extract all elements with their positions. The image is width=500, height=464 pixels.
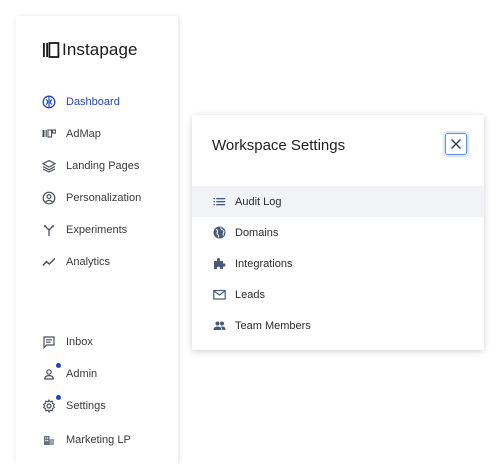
- menu-item-domains[interactable]: Domains: [192, 217, 484, 248]
- sidebar-item-experiments[interactable]: Experiments: [42, 220, 172, 240]
- split-arrows-icon: [42, 223, 56, 237]
- menu-item-leads[interactable]: Leads: [192, 279, 484, 310]
- sidebar-item-label: Analytics: [66, 256, 111, 268]
- logo-text: Instapage: [62, 40, 138, 59]
- sidebar-item-personalization[interactable]: Personalization: [42, 188, 172, 208]
- building-icon: [42, 433, 56, 447]
- layers-icon: [42, 159, 56, 173]
- trend-line-icon: [42, 255, 56, 269]
- sidebar-item-label: Admin: [66, 368, 98, 380]
- close-icon: [451, 139, 461, 149]
- notification-dot: [56, 395, 61, 400]
- people-icon: [212, 319, 226, 333]
- menu-item-label: Leads: [235, 288, 265, 301]
- sidebar-item-label: Landing Pages: [66, 160, 140, 172]
- menu-item-integrations[interactable]: Integrations: [192, 248, 484, 279]
- puzzle-icon: [212, 257, 226, 271]
- menu-item-label: Integrations: [235, 257, 293, 270]
- sidebar-item-label: Settings: [66, 400, 106, 412]
- mail-icon: [212, 288, 226, 302]
- modal-title: Workspace Settings: [212, 137, 346, 154]
- admin-person-icon: [42, 363, 61, 381]
- notification-dot: [56, 363, 61, 368]
- sidebar-item-inbox[interactable]: Inbox: [42, 332, 172, 352]
- menu-item-audit-log[interactable]: Audit Log: [192, 186, 484, 217]
- list-icon: [212, 195, 226, 209]
- sidebar-item-marketing-lp[interactable]: Marketing LP: [42, 430, 172, 450]
- sidebar-item-label: Experiments: [66, 224, 128, 236]
- sidebar-item-label: Inbox: [66, 336, 93, 348]
- sidebar-item-label: AdMap: [66, 128, 101, 140]
- instapage-logo-icon: [43, 42, 60, 58]
- inbox-icon: [42, 335, 56, 349]
- menu-item-label: Domains: [235, 226, 279, 239]
- sidebar-item-landing-pages[interactable]: Landing Pages: [42, 156, 172, 176]
- menu-item-label: Team Members: [235, 319, 311, 332]
- sidebar-item-analytics[interactable]: Analytics: [42, 252, 172, 272]
- sidebar-item-label: Dashboard: [66, 96, 120, 108]
- menu-item-label: Audit Log: [235, 195, 282, 208]
- admap-icon: [42, 127, 56, 141]
- workspace-settings-modal: Workspace Settings Audit Log Domains Int…: [192, 115, 484, 350]
- sidebar-item-dashboard[interactable]: Dashboard: [42, 92, 172, 112]
- user-circle-icon: [42, 191, 56, 205]
- sidebar-item-admap[interactable]: AdMap: [42, 124, 172, 144]
- sidebar-item-settings[interactable]: Settings: [42, 395, 172, 416]
- sidebar: Instapage Dashboard AdMap Landing Pages …: [16, 16, 178, 464]
- menu-item-team-members[interactable]: Team Members: [192, 310, 484, 341]
- gear-icon: [42, 395, 61, 413]
- sidebar-item-admin[interactable]: Admin: [42, 363, 172, 384]
- instapage-logo[interactable]: Instapage: [42, 40, 138, 60]
- close-button[interactable]: [445, 133, 467, 155]
- sidebar-item-label: Personalization: [66, 192, 142, 204]
- dashboard-icon: [42, 95, 56, 109]
- globe-icon: [212, 226, 226, 240]
- sidebar-item-label: Marketing LP: [66, 434, 131, 446]
